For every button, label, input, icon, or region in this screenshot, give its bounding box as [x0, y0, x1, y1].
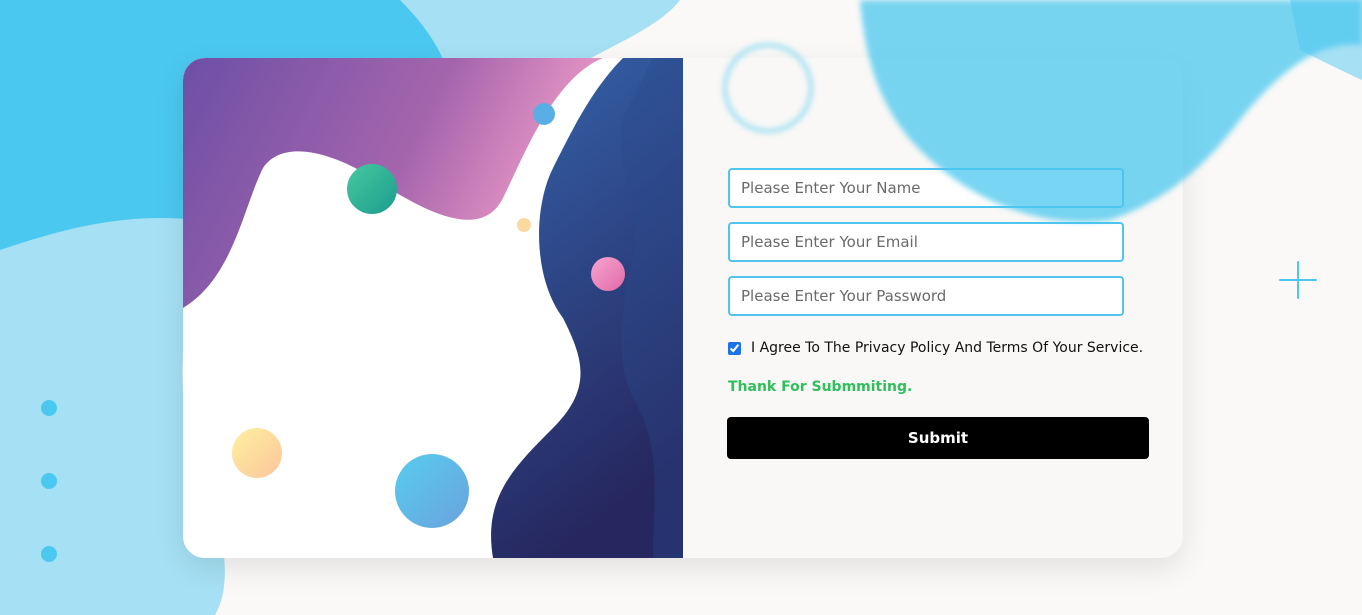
blue-sphere [395, 454, 469, 528]
success-message: Thank For Submmiting. [728, 379, 913, 395]
submit-button[interactable]: Submit [727, 417, 1149, 459]
dot-icon [41, 400, 57, 416]
privacy-agreement-label: I Agree To The Privacy Policy And Terms … [751, 340, 1144, 356]
pink-sphere [591, 257, 625, 291]
name-input[interactable] [728, 168, 1124, 208]
privacy-agreement: I Agree To The Privacy Policy And Terms … [728, 340, 1143, 356]
plus-icon [1279, 261, 1317, 299]
dot-icon [41, 546, 57, 562]
peach-sphere [232, 428, 282, 478]
teal-sphere [347, 164, 397, 214]
form-panel: I Agree To The Privacy Policy And Terms … [683, 58, 1183, 558]
password-input[interactable] [728, 276, 1124, 316]
small-blue-sphere [533, 103, 555, 125]
privacy-checkbox[interactable] [728, 341, 741, 355]
signup-card: I Agree To The Privacy Policy And Terms … [183, 58, 1183, 558]
dot-icon [41, 473, 57, 489]
bg-light-blob-right-edge [1290, 0, 1362, 80]
tiny-yellow-sphere [517, 218, 531, 232]
illustration-panel [183, 58, 683, 558]
email-input[interactable] [728, 222, 1124, 262]
